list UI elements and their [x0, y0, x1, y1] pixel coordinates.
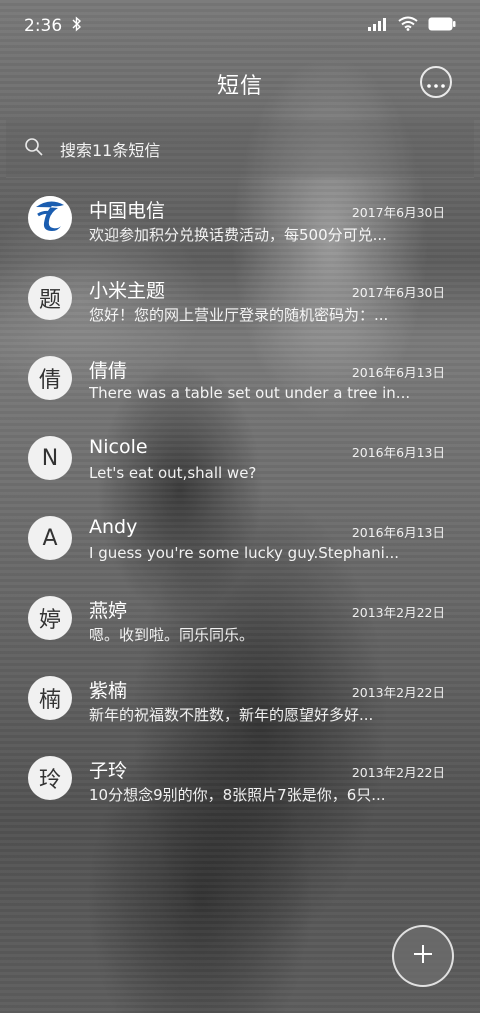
contact-name: Nicole	[89, 436, 148, 458]
avatar: 倩	[28, 356, 72, 400]
list-item[interactable]: 玲 子玲 2013年2月22日 10分想念9别的你，8张照片7张是你，6只...	[0, 740, 480, 820]
contact-name: 倩倩	[89, 360, 128, 382]
message-date: 2016年6月13日	[351, 445, 445, 460]
message-preview: I guess you're some lucky guy.Stephani..…	[89, 544, 400, 562]
search-bar[interactable]: 搜索11条短信	[6, 120, 474, 178]
contact-name: 中国电信	[89, 200, 166, 222]
china-telecom-logo-icon	[28, 196, 72, 240]
message-preview: There was a table set out under a tree i…	[89, 384, 411, 402]
more-icon	[427, 73, 445, 92]
search-input[interactable]: 搜索11条短信	[60, 137, 160, 161]
contact-name: 燕婷	[89, 600, 128, 622]
avatar: A	[28, 516, 72, 560]
message-date: 2016年6月13日	[351, 365, 445, 380]
contact-name: 紫楠	[89, 680, 128, 702]
message-date: 2017年6月30日	[351, 205, 445, 220]
list-item[interactable]: N Nicole 2016年6月13日 Let's eat out,shall …	[0, 420, 480, 500]
contact-name: Andy	[89, 516, 138, 538]
page-title: 短信	[216, 74, 263, 99]
avatar: N	[28, 436, 72, 480]
message-preview: 您好！您的网上营业厅登录的随机密码为：...	[89, 306, 389, 324]
more-button[interactable]	[420, 66, 452, 98]
message-preview: 嗯。收到啦。同乐同乐。	[89, 626, 255, 644]
contact-name: 小米主题	[89, 280, 166, 302]
contact-name: 子玲	[89, 760, 128, 782]
list-item[interactable]: 倩 倩倩 2016年6月13日 There was a table set ou…	[0, 340, 480, 420]
message-date: 2016年6月13日	[351, 525, 445, 540]
message-date: 2013年2月22日	[351, 685, 445, 700]
message-date: 2017年6月30日	[351, 285, 445, 300]
list-item[interactable]: 题 小米主题 2017年6月30日 您好！您的网上营业厅登录的随机密码为：...	[0, 260, 480, 340]
message-preview: 10分想念9别的你，8张照片7张是你，6只...	[89, 786, 386, 804]
signal-icon	[368, 16, 388, 36]
battery-icon	[428, 16, 456, 36]
list-item[interactable]: A Andy 2016年6月13日 I guess you're some lu…	[0, 500, 480, 580]
plus-icon	[412, 943, 434, 969]
status-bar: 2:36	[0, 0, 480, 52]
message-preview: 新年的祝福数不胜数，新年的愿望好多好...	[89, 706, 374, 724]
message-date: 2013年2月22日	[351, 765, 445, 780]
wifi-icon	[398, 16, 418, 36]
search-icon	[24, 137, 44, 161]
list-item[interactable]: 中国电信 2017年6月30日 欢迎参加积分兑换话费活动，每500分可兑...	[0, 180, 480, 260]
list-item[interactable]: 楠 紫楠 2013年2月22日 新年的祝福数不胜数，新年的愿望好多好...	[0, 660, 480, 740]
list-item[interactable]: 婷 燕婷 2013年2月22日 嗯。收到啦。同乐同乐。	[0, 580, 480, 660]
message-preview: Let's eat out,shall we?	[89, 464, 257, 482]
avatar: 题	[28, 276, 72, 320]
avatar: 楠	[28, 676, 72, 720]
message-list: 中国电信 2017年6月30日 欢迎参加积分兑换话费活动，每500分可兑... …	[0, 180, 480, 820]
bluetooth-icon	[72, 15, 82, 37]
app-header: 短信	[0, 52, 480, 116]
message-date: 2013年2月22日	[351, 605, 445, 620]
avatar: 玲	[28, 756, 72, 800]
status-time: 2:36	[24, 16, 63, 36]
avatar	[28, 196, 72, 240]
avatar: 婷	[28, 596, 72, 640]
message-preview: 欢迎参加积分兑换话费活动，每500分可兑...	[89, 226, 387, 244]
compose-button[interactable]	[392, 925, 454, 987]
